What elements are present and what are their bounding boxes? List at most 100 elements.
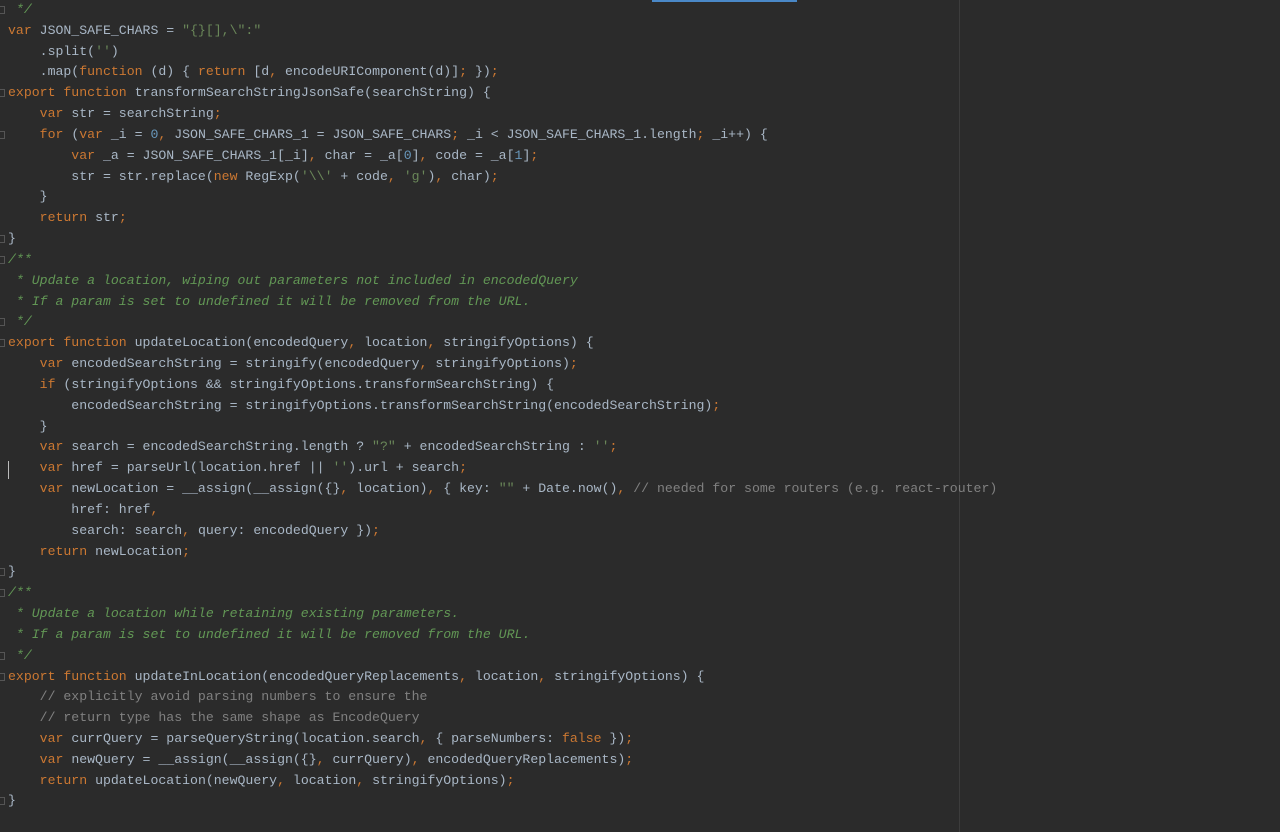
code-token: } (8, 418, 48, 434)
code-line[interactable]: * If a param is set to undefined it will… (8, 625, 997, 646)
fold-marker-icon[interactable] (0, 89, 5, 98)
code-token: , (538, 668, 555, 684)
fold-marker-icon[interactable] (0, 797, 5, 806)
code-token: ; (213, 106, 222, 122)
code-line[interactable]: href: href, (8, 500, 997, 521)
code-token: encodedSearchString = stringifyOptions.t… (8, 397, 713, 413)
code-line[interactable]: for (var _i = 0, JSON_SAFE_CHARS_1 = JSO… (0, 125, 997, 146)
code-token: , (150, 501, 159, 517)
code-token: ; (625, 751, 634, 767)
code-token: // return type has the same shape as Enc… (8, 710, 420, 726)
code-token: newLocation = __assign(__assign({} (71, 481, 341, 497)
code-line[interactable]: var str = searchString; (8, 104, 997, 125)
code-line[interactable]: encodedSearchString = stringifyOptions.t… (8, 396, 997, 417)
code-token: transformSearchStringJsonSafe(searchStri… (134, 85, 491, 101)
code-line[interactable]: str = str.replace(new RegExp('\\' + code… (8, 167, 997, 188)
fold-marker-icon[interactable] (0, 130, 5, 139)
code-line[interactable]: } (0, 791, 997, 812)
code-token: search: search (8, 522, 183, 538)
fold-marker-icon[interactable] (0, 568, 5, 577)
code-token: location (474, 668, 539, 684)
code-line[interactable]: var encodedSearchString = stringify(enco… (8, 354, 997, 375)
code-token: ; (530, 147, 539, 163)
code-token: , (340, 481, 357, 497)
code-token: 0 (403, 147, 412, 163)
code-line[interactable]: var href = parseUrl(location.href || '')… (8, 458, 997, 479)
code-token: '\\' (300, 168, 333, 184)
code-token: * Update a location while retaining exis… (8, 606, 460, 622)
code-token: location) (356, 481, 428, 497)
fold-marker-icon[interactable] (0, 255, 5, 264)
code-token: JSON_SAFE_CHARS = (39, 22, 183, 38)
code-line[interactable]: export function updateLocation(encodedQu… (0, 333, 997, 354)
code-editor[interactable]: */ var JSON_SAFE_CHARS = "{}[],\":" .spli… (0, 0, 998, 812)
code-line[interactable]: return newLocation; (8, 542, 997, 563)
code-line[interactable]: } (8, 417, 997, 438)
code-line[interactable]: var newLocation = __assign(__assign({}, … (8, 479, 998, 500)
code-token: code = _a[ (435, 147, 515, 163)
code-line[interactable]: var currQuery = parseQueryString(locatio… (8, 729, 997, 750)
fold-marker-icon[interactable] (0, 6, 5, 14)
fold-marker-icon[interactable] (0, 235, 5, 244)
code-token: , (182, 522, 198, 538)
code-line[interactable]: } (8, 187, 997, 208)
code-line[interactable]: * If a param is set to undefined it will… (8, 292, 997, 313)
code-token: for (8, 126, 72, 142)
code-token: encodeURIComponent(d)] (285, 64, 460, 80)
code-line[interactable]: /** (0, 250, 997, 271)
code-token: * If a param is set to undefined it will… (8, 626, 531, 642)
code-line[interactable]: return updateLocation(newQuery, location… (8, 771, 997, 792)
code-line[interactable]: export function updateInLocation(encoded… (0, 667, 997, 688)
code-token: var (8, 730, 72, 746)
fold-marker-icon[interactable] (0, 672, 5, 681)
code-line[interactable]: // return type has the same shape as Enc… (8, 708, 997, 729)
code-token: RegExp( (245, 168, 301, 184)
code-token: * Update a location, wiping out paramete… (8, 272, 578, 288)
code-token: return (8, 772, 96, 788)
code-line[interactable]: * Update a location, wiping out paramete… (8, 271, 997, 292)
code-token: // explicitly avoid parsing numbers to e… (8, 689, 428, 705)
fold-marker-icon[interactable] (0, 318, 5, 327)
code-line[interactable]: } (0, 562, 997, 583)
code-line[interactable]: search: search, query: encodedQuery }); (8, 521, 997, 542)
code-token: }) (474, 64, 491, 80)
fold-marker-icon[interactable] (0, 339, 5, 348)
fold-marker-icon[interactable] (0, 651, 5, 660)
code-line[interactable]: .split('') (8, 42, 997, 63)
code-token: location (364, 335, 428, 351)
code-line[interactable]: .map(function (d) { return [d, encodeURI… (8, 62, 997, 83)
code-line[interactable]: export function transformSearchStringJso… (0, 83, 997, 104)
code-line[interactable]: if (stringifyOptions && stringifyOptions… (8, 375, 997, 396)
code-token: location (292, 772, 357, 788)
code-token: , (277, 772, 293, 788)
code-token: var (8, 481, 72, 497)
text-cursor (8, 461, 9, 479)
code-token: "" (498, 481, 515, 497)
code-line[interactable]: var newQuery = __assign(__assign({}, cur… (8, 750, 997, 771)
code-token: _i++) { (712, 126, 768, 142)
code-token: , (348, 335, 365, 351)
code-line[interactable]: var JSON_SAFE_CHARS = "{}[],\":" (8, 21, 997, 42)
code-token: }) (609, 730, 626, 746)
code-token: return (8, 543, 96, 559)
code-token: // needed for some routers (e.g. react-r… (633, 481, 998, 497)
code-line[interactable]: /** (0, 583, 997, 604)
code-line[interactable]: return str; (8, 208, 997, 229)
code-line[interactable]: } (0, 229, 997, 250)
code-line[interactable]: // explicitly avoid parsing numbers to e… (8, 687, 997, 708)
code-token: str = str.replace( (8, 168, 214, 184)
code-token: /** (8, 251, 32, 267)
fold-marker-icon[interactable] (0, 589, 5, 598)
code-token: encodedQueryReplacements) (427, 751, 626, 767)
code-line[interactable]: var search = encodedSearchString.length … (8, 437, 997, 458)
code-line[interactable]: */ (0, 312, 997, 333)
code-token: , (158, 126, 175, 142)
code-line[interactable]: * Update a location while retaining exis… (8, 604, 997, 625)
code-token: , (459, 668, 475, 684)
code-line[interactable]: */ (0, 646, 997, 667)
code-token: currQuery) (332, 751, 412, 767)
code-line[interactable]: */ (0, 0, 997, 21)
code-token: export function (8, 85, 135, 101)
code-line[interactable]: var _a = JSON_SAFE_CHARS_1[_i], char = _… (8, 146, 997, 167)
code-token: stringifyOptions) { (443, 335, 594, 351)
